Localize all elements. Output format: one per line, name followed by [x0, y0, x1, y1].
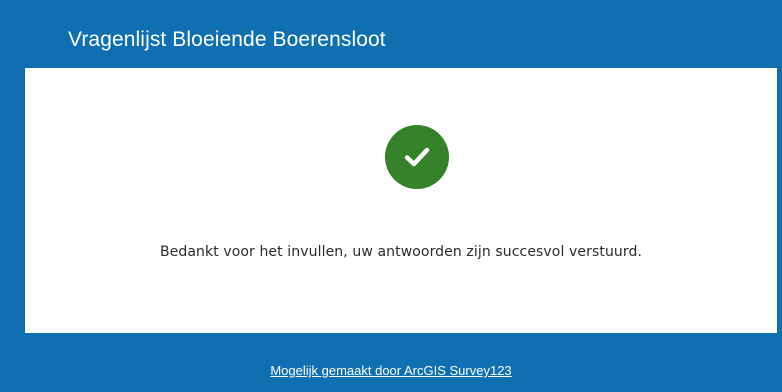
survey-title: Vragenlijst Bloeiende Boerensloot [68, 28, 386, 51]
confirmation-message: Bedankt voor het invullen, uw antwoorden… [159, 244, 643, 260]
confirmation-card: Bedankt voor het invullen, uw antwoorden… [25, 68, 777, 333]
footer: Mogelijk gemaakt door ArcGIS Survey123 [0, 362, 782, 380]
survey-page: Vragenlijst Bloeiende Boerensloot Bedank… [0, 0, 782, 392]
checkmark-glyph [404, 147, 430, 167]
checkmark-icon [385, 125, 449, 189]
survey-header: Vragenlijst Bloeiende Boerensloot [25, 12, 777, 68]
powered-by-link[interactable]: Mogelijk gemaakt door ArcGIS Survey123 [270, 363, 511, 378]
